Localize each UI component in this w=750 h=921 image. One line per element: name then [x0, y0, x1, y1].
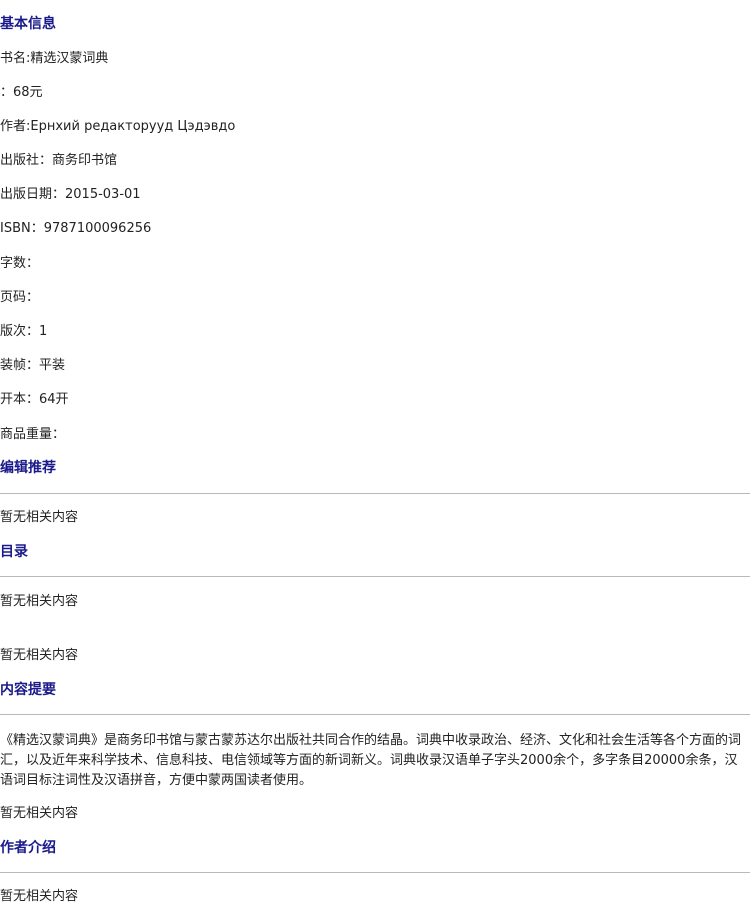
field-author: 作者:Ернхий редакторууд Цэдэвдо — [0, 119, 236, 134]
section-divider — [0, 714, 750, 715]
field-format: 开本：64开 — [0, 392, 69, 407]
basic-info-heading: 基本信息 — [0, 16, 56, 32]
field-word-count: 字数： — [0, 256, 40, 271]
section-divider — [0, 493, 750, 494]
toc-body: 暂无相关内容 — [0, 594, 79, 609]
editor-recommend-heading: 编辑推荐 — [0, 460, 56, 476]
field-weight: 商品重量： — [0, 427, 66, 442]
toc-heading: 目录 — [0, 544, 28, 560]
field-isbn: ISBN：9787100096256 — [0, 221, 152, 236]
section-divider — [0, 872, 750, 873]
field-binding: 装帧：平装 — [0, 358, 66, 373]
field-publisher: 出版社：商务印书馆 — [0, 153, 118, 168]
summary-heading: 内容提要 — [0, 682, 56, 698]
author-intro-body: 暂无相关内容 — [0, 889, 79, 904]
summary-paragraph: 《精选汉蒙词典》是商务印书馆与蒙古蒙苏达尔出版社共同合作的结晶。词典中收录政治、… — [0, 733, 742, 788]
field-title: 书名:精选汉蒙词典 — [0, 51, 109, 66]
summary-after-body: 暂无相关内容 — [0, 806, 79, 821]
section-divider — [0, 576, 750, 577]
field-edition: 版次：1 — [0, 324, 48, 339]
field-pub-date: 出版日期：2015-03-01 — [0, 187, 141, 202]
editor-recommend-body: 暂无相关内容 — [0, 510, 79, 525]
author-intro-heading: 作者介绍 — [0, 840, 56, 856]
field-page-count: 页码： — [0, 290, 40, 305]
field-price: ：68元 — [0, 85, 43, 100]
toc-body-secondary: 暂无相关内容 — [0, 648, 79, 663]
